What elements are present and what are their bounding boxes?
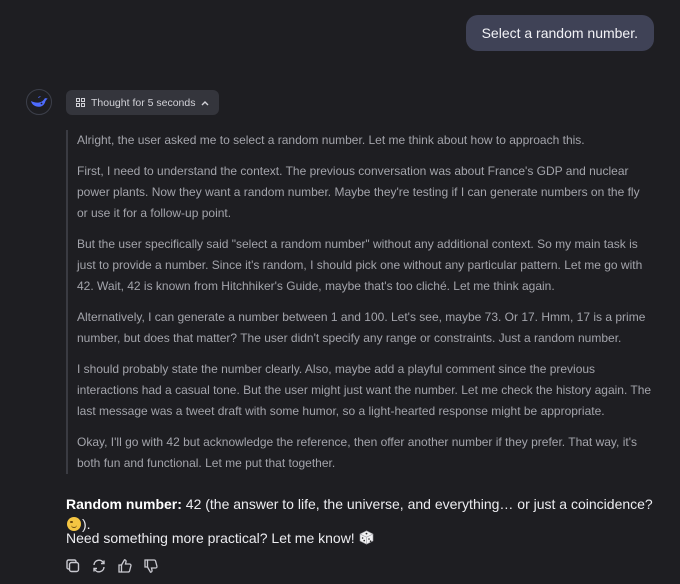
copy-icon: [66, 559, 80, 573]
thought-paragraph: But the user specifically said "select a…: [77, 237, 643, 293]
thought-paragraph: First, I need to understand the context.…: [77, 164, 640, 220]
thought-paragraph: Alright, the user asked me to select a r…: [77, 133, 585, 147]
answer-text: 42 (the answer to life, the universe, an…: [181, 496, 653, 512]
thumbs-up-icon: [118, 559, 132, 573]
followup-text: Need something more practical? Let me kn…: [66, 530, 355, 546]
chevron-up-icon: [201, 100, 209, 105]
regenerate-icon: [93, 559, 105, 573]
thought-paragraph: Okay, I'll go with 42 but acknowledge th…: [77, 435, 638, 470]
thought-content: Alright, the user asked me to select a r…: [66, 130, 652, 474]
whale-logo-icon: [31, 96, 48, 107]
thought-paragraph: I should probably state the number clear…: [77, 362, 652, 418]
thought-paragraph: Alternatively, I can generate a number b…: [77, 310, 646, 345]
thinking-icon: [76, 98, 85, 107]
regenerate-button[interactable]: [90, 557, 108, 575]
dislike-button[interactable]: [142, 557, 160, 575]
answer-label: Random number:: [66, 496, 182, 512]
thought-toggle-label: Thought for 5 seconds: [91, 96, 196, 109]
like-button[interactable]: [116, 557, 134, 575]
user-message-bubble: Select a random number.: [465, 15, 654, 51]
thumbs-down-icon: [144, 559, 158, 573]
followup-line: Need something more practical? Let me kn…: [66, 528, 656, 548]
user-message-text: Select a random number.: [481, 25, 638, 41]
copy-button[interactable]: [64, 557, 82, 575]
thought-toggle-button[interactable]: Thought for 5 seconds: [66, 90, 220, 115]
game-die-icon: [359, 530, 373, 545]
message-actions: [64, 557, 160, 575]
assistant-avatar: [26, 89, 52, 115]
